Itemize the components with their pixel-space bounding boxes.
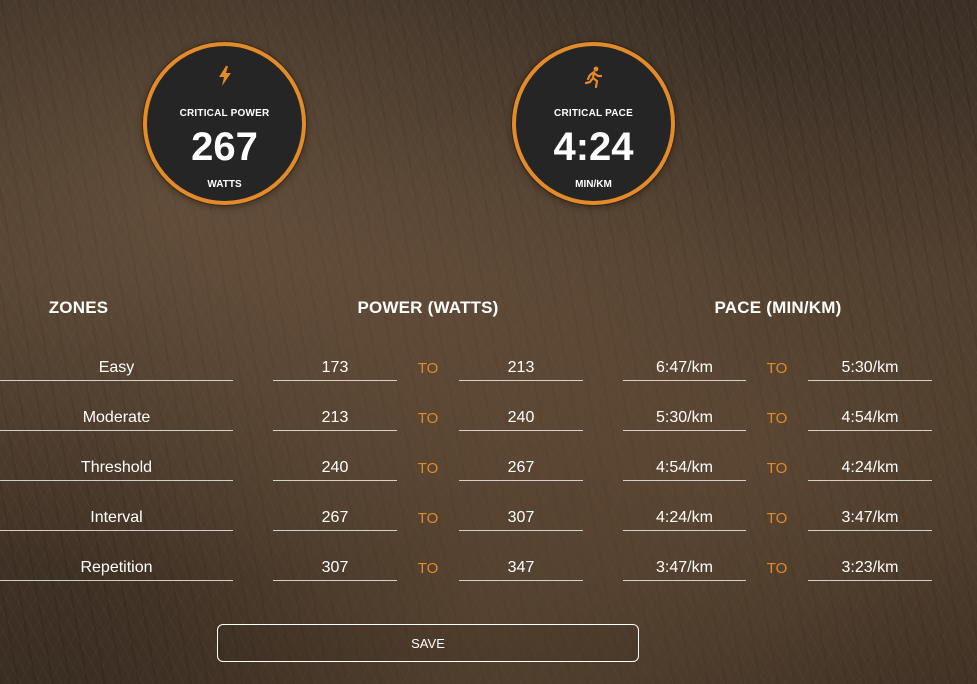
pace-to-label: TO xyxy=(766,460,788,477)
pace-from-input[interactable]: 4:54/km xyxy=(623,450,746,481)
critical-power-gauge: CRITICAL POWER 267 WATTS xyxy=(143,42,306,205)
pace-header: PACE (MIN/KM) xyxy=(714,298,842,317)
critical-power-unit: WATTS xyxy=(207,179,242,190)
pace-to-label: TO xyxy=(766,360,788,377)
lightning-bolt-icon xyxy=(147,66,302,88)
pace-from-input[interactable]: 3:47/km xyxy=(623,550,746,581)
zones-table: Easy 173 TO 213 6:47/km TO 5:30/km Moderate 213 T… xyxy=(0,350,977,600)
pace-to-label: TO xyxy=(766,510,788,527)
pace-to-label: TO xyxy=(766,560,788,577)
power-from-input[interactable]: 307 xyxy=(273,550,397,581)
pace-to-input[interactable]: 5:30/km xyxy=(808,350,932,381)
pace-to-label: TO xyxy=(766,410,788,427)
zone-row: Easy 173 TO 213 6:47/km TO 5:30/km xyxy=(0,350,977,400)
pace-to-input[interactable]: 4:54/km xyxy=(808,400,932,431)
zone-name: Interval xyxy=(0,500,233,531)
power-to-label: TO xyxy=(417,460,439,477)
power-to-input[interactable]: 267 xyxy=(459,450,583,481)
pace-from-input[interactable]: 5:30/km xyxy=(623,400,746,431)
power-from-input[interactable]: 267 xyxy=(273,500,397,531)
zones-header: ZONES xyxy=(48,298,109,317)
power-to-input[interactable]: 213 xyxy=(459,350,583,381)
pace-to-input[interactable]: 3:47/km xyxy=(808,500,932,531)
pace-to-input[interactable]: 4:24/km xyxy=(808,450,932,481)
power-to-input[interactable]: 240 xyxy=(459,400,583,431)
power-to-input[interactable]: 347 xyxy=(459,550,583,581)
save-button[interactable]: SAVE xyxy=(217,624,639,662)
power-to-label: TO xyxy=(417,360,439,377)
zone-row: Repetition 307 TO 347 3:47/km TO 3:23/km xyxy=(0,550,977,600)
power-to-label: TO xyxy=(417,560,439,577)
zone-row: Interval 267 TO 307 4:24/km TO 3:47/km xyxy=(0,500,977,550)
power-from-input[interactable]: 240 xyxy=(273,450,397,481)
zone-name: Repetition xyxy=(0,550,233,581)
pace-from-input[interactable]: 4:24/km xyxy=(623,500,746,531)
critical-pace-title: CRITICAL PACE xyxy=(554,108,633,119)
power-from-input[interactable]: 213 xyxy=(273,400,397,431)
critical-pace-value: 4:24 xyxy=(553,125,634,169)
running-person-icon xyxy=(516,66,671,88)
power-to-label: TO xyxy=(417,510,439,527)
pace-to-input[interactable]: 3:23/km xyxy=(808,550,932,581)
critical-power-value: 267 xyxy=(191,125,258,169)
pace-from-input[interactable]: 6:47/km xyxy=(623,350,746,381)
power-header: POWER (WATTS) xyxy=(357,298,499,317)
power-from-input[interactable]: 173 xyxy=(273,350,397,381)
critical-pace-gauge: CRITICAL PACE 4:24 MIN/KM xyxy=(512,42,675,205)
zone-name: Threshold xyxy=(0,450,233,481)
critical-power-title: CRITICAL POWER xyxy=(179,108,270,119)
critical-pace-unit: MIN/KM xyxy=(575,179,612,190)
power-to-label: TO xyxy=(417,410,439,427)
zone-row: Threshold 240 TO 267 4:54/km TO 4:24/km xyxy=(0,450,977,500)
power-to-input[interactable]: 307 xyxy=(459,500,583,531)
zone-name: Moderate xyxy=(0,400,233,431)
zone-row: Moderate 213 TO 240 5:30/km TO 4:54/km xyxy=(0,400,977,450)
zone-name: Easy xyxy=(0,350,233,381)
